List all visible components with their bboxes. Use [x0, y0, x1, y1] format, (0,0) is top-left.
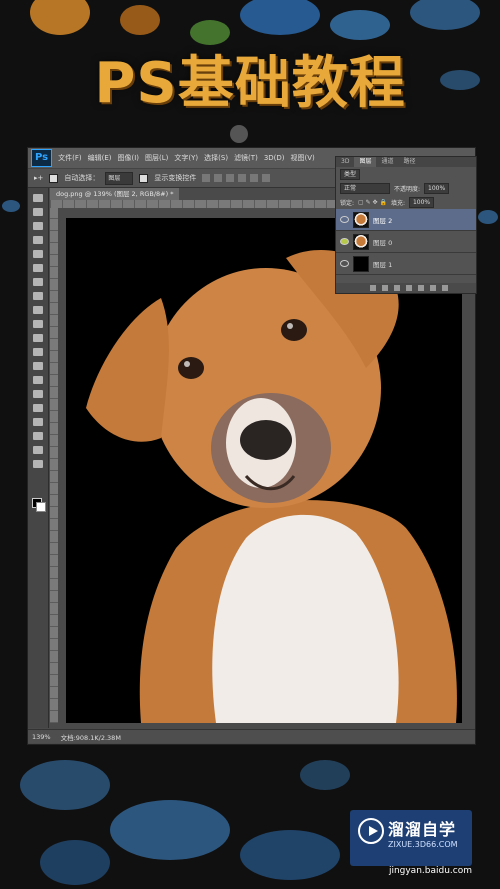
document-size: 文档:908.1K/2.38M [60, 733, 121, 742]
panel-tabs: 3D 图层 通道 路径 [336, 157, 476, 167]
status-bar: 139% 文档:908.1K/2.38M [28, 729, 475, 743]
fill-label: 填充: [390, 199, 405, 207]
photoshop-logo: Ps [31, 149, 53, 167]
show-transform-label: 显示变换控件 [154, 174, 197, 182]
tab-channels[interactable]: 通道 [376, 157, 398, 167]
history-brush-icon[interactable] [33, 320, 43, 328]
layer-filter-dropdown[interactable]: 类型 [340, 168, 361, 180]
source-label: jingyan.baidu.com [388, 866, 472, 876]
layer-filter-row: 类型 [336, 167, 476, 181]
blend-mode-dropdown[interactable]: 正常 [340, 182, 390, 194]
layer-name: 图层 1 [373, 260, 393, 269]
menu-select[interactable]: 选择(S) [204, 153, 228, 163]
document-tab[interactable]: dog.png @ 139% (图层 2, RGB/8#) * [50, 188, 180, 200]
zoom-level[interactable]: 139% [32, 733, 51, 741]
layer-name: 图层 2 [373, 216, 393, 225]
menu-3d[interactable]: 3D(D) [264, 154, 285, 162]
eyedropper-icon[interactable] [33, 264, 43, 272]
fill-input[interactable]: 100% [408, 196, 435, 208]
layer-thumbnail [353, 255, 369, 272]
stamp-icon[interactable] [33, 306, 43, 314]
ruler-vertical [50, 208, 58, 723]
visibility-eye-icon[interactable] [340, 260, 349, 267]
hand-icon[interactable] [33, 446, 43, 454]
align-bottom-icon[interactable] [262, 174, 271, 182]
lock-row: 锁定: ▢ ✎ ✥ 🔒 填充: 100% [336, 195, 476, 209]
lasso-icon[interactable] [33, 222, 43, 230]
layer-style-icon[interactable] [382, 285, 388, 291]
brush-icon[interactable] [33, 292, 43, 300]
visibility-eye-icon[interactable] [340, 238, 349, 245]
dodge-icon[interactable] [33, 376, 43, 384]
new-layer-icon[interactable] [430, 285, 436, 291]
layer-name: 图层 0 [373, 238, 393, 247]
tab-paths[interactable]: 路径 [398, 157, 420, 167]
opacity-input[interactable]: 100% [424, 182, 450, 194]
shape-icon[interactable] [33, 432, 43, 440]
show-transform-checkbox[interactable] [139, 173, 149, 183]
blur-icon[interactable] [33, 362, 43, 370]
layer-thumbnail [353, 233, 369, 250]
tools-panel [28, 188, 49, 728]
align-middle-icon[interactable] [250, 174, 259, 182]
marquee-icon[interactable] [33, 208, 43, 216]
type-icon[interactable] [33, 404, 43, 412]
tab-3d[interactable]: 3D [336, 157, 354, 167]
auto-select-dropdown[interactable]: 图层 [105, 171, 134, 185]
layers-panel: 3D 图层 通道 路径 类型 正常 不透明度: 100% 锁定: ▢ ✎ ✥ 🔒… [335, 156, 477, 294]
crop-icon[interactable] [33, 250, 43, 258]
photoshop-window: Ps 文件(F) 编辑(E) 图像(I) 图层(L) 文字(Y) 选择(S) 滤… [27, 147, 477, 745]
menu-image[interactable]: 图像(I) [118, 153, 140, 163]
menu-edit[interactable]: 编辑(E) [88, 153, 112, 163]
menu-filter[interactable]: 滤镜(T) [234, 153, 258, 163]
lock-pixels-icon[interactable]: ▢ ✎ ✥ 🔒 [358, 199, 387, 206]
adjustment-layer-icon[interactable] [406, 285, 412, 291]
tab-layers[interactable]: 图层 [354, 157, 377, 167]
quick-select-icon[interactable] [33, 236, 43, 244]
layer-mask-icon[interactable] [394, 285, 400, 291]
pen-icon[interactable] [33, 390, 43, 398]
layer-row[interactable]: 图层 2 [336, 209, 476, 231]
menu-layer[interactable]: 图层(L) [145, 153, 168, 163]
link-layers-icon[interactable] [370, 285, 376, 291]
align-buttons [202, 174, 271, 182]
gradient-icon[interactable] [33, 348, 43, 356]
blend-row: 正常 不透明度: 100% [336, 181, 476, 195]
menu-view[interactable]: 视图(V) [291, 153, 315, 163]
auto-select-label: 自动选择： [64, 174, 100, 182]
layer-row[interactable]: 图层 0 [336, 231, 476, 253]
opacity-label: 不透明度: [394, 185, 421, 193]
path-select-icon[interactable] [33, 418, 43, 426]
align-right-icon[interactable] [226, 174, 235, 182]
new-group-icon[interactable] [418, 285, 424, 291]
lock-label: 锁定: [340, 199, 355, 207]
layers-panel-footer [336, 283, 476, 293]
align-left-icon[interactable] [202, 174, 211, 182]
eraser-icon[interactable] [33, 334, 43, 342]
visibility-eye-icon[interactable] [340, 216, 349, 223]
healing-icon[interactable] [33, 278, 43, 286]
zoom-icon[interactable] [33, 460, 43, 468]
align-top-icon[interactable] [238, 174, 247, 182]
auto-select-checkbox[interactable] [49, 173, 59, 183]
move-tool-icon[interactable]: ▸+ [34, 174, 43, 182]
align-center-icon[interactable] [214, 174, 223, 182]
layer-thumbnail [353, 211, 369, 228]
delete-layer-icon[interactable] [442, 285, 448, 291]
banner-title: PS基础教程 [94, 51, 406, 116]
menu-type[interactable]: 文字(Y) [174, 153, 198, 163]
watermark-name: 溜溜自学 [388, 820, 457, 839]
layer-row[interactable]: 图层 1 [336, 253, 476, 275]
play-logo-icon [358, 818, 384, 844]
menu-file[interactable]: 文件(F) [58, 153, 82, 163]
watermark-url: ZIXUE.3D66.COM [388, 840, 458, 849]
watermark-badge: 溜溜自学 ZIXUE.3D66.COM [350, 810, 472, 866]
move-icon[interactable] [33, 194, 43, 202]
background-color-swatch[interactable] [36, 502, 46, 512]
